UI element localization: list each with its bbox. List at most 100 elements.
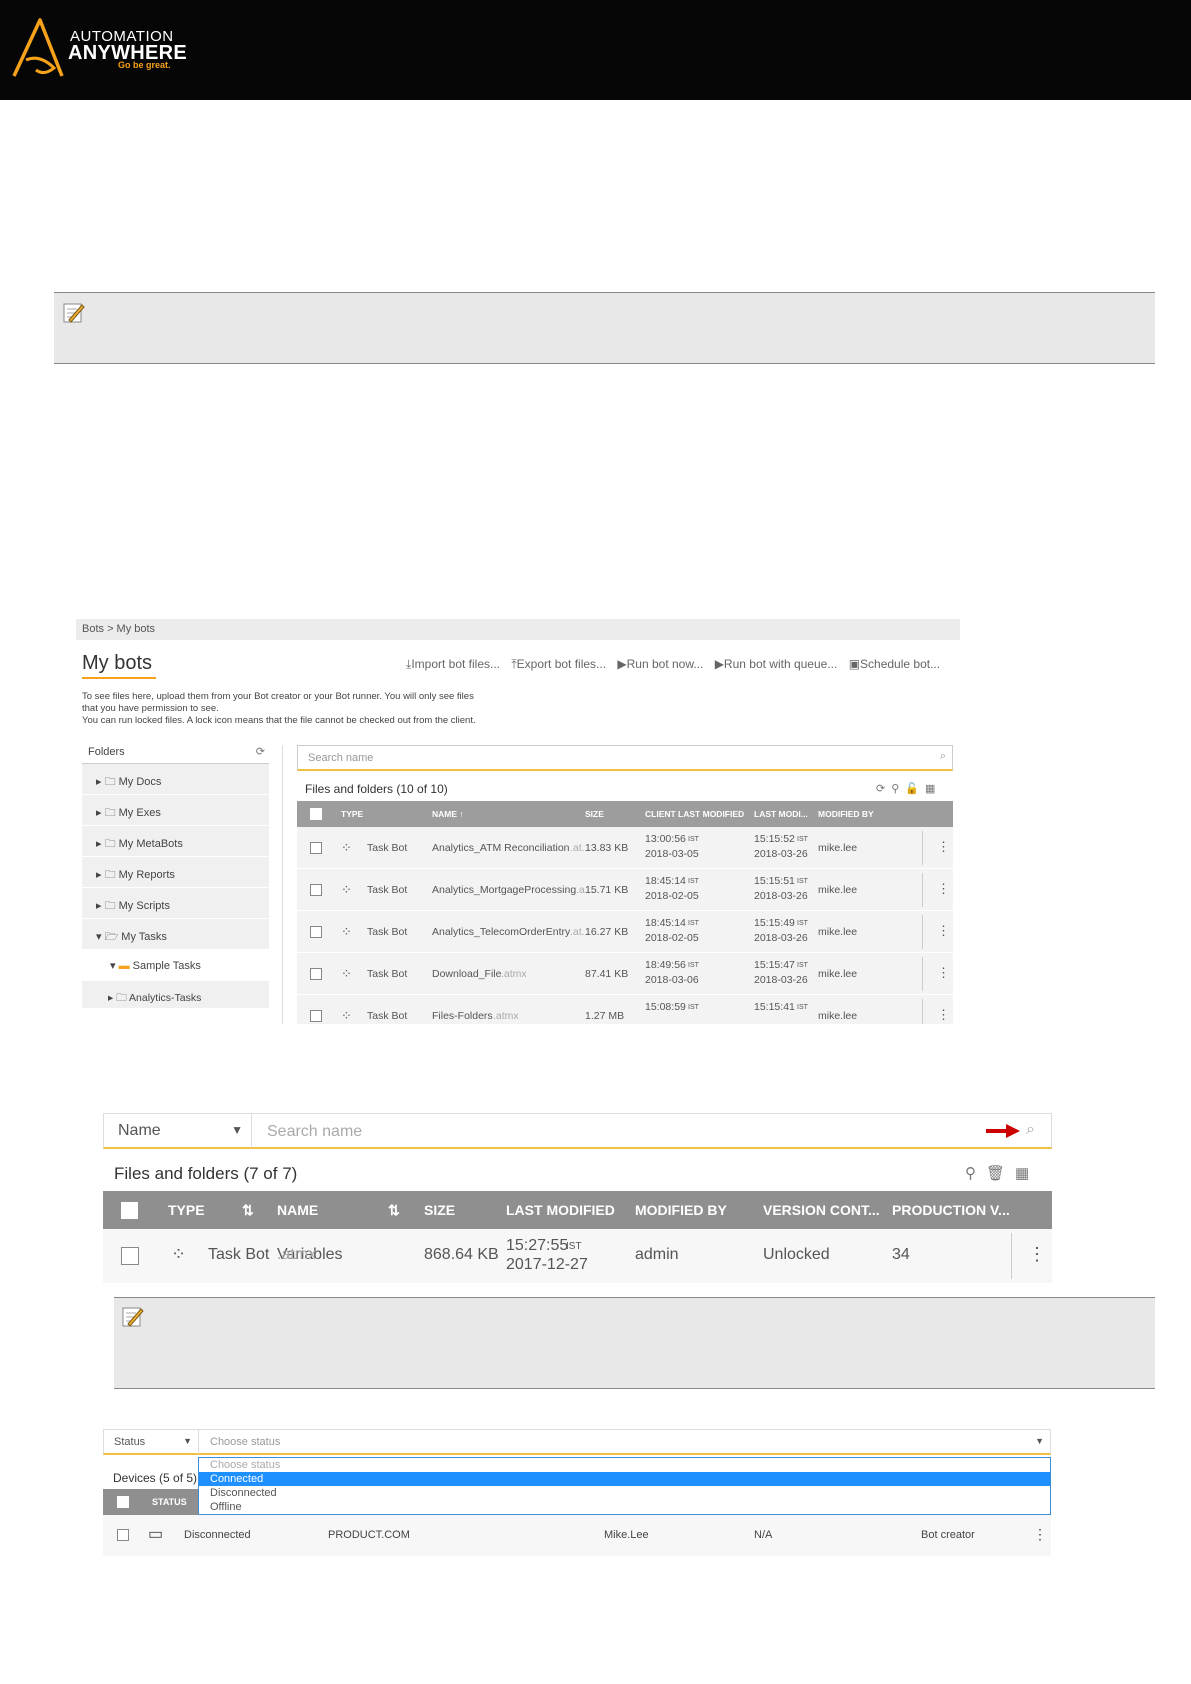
row-checkbox[interactable]: [310, 1010, 322, 1022]
row-checkbox[interactable]: [310, 884, 322, 896]
folder-item[interactable]: ▸ 🗀 My Exes: [82, 795, 269, 826]
col-type[interactable]: TYPE: [341, 809, 363, 819]
dropdown-option-selected[interactable]: Connected: [199, 1472, 1050, 1486]
more-options-icon[interactable]: ⋮: [937, 1007, 950, 1023]
table-row[interactable]: ⁘ Task Bot Download_File .atmx 87.41 KB 18:49…: [297, 953, 953, 995]
col-client-last-modified[interactable]: CLIENT LAST MODIFIED: [645, 809, 744, 819]
search-input[interactable]: Search name: [267, 1123, 362, 1141]
table-row[interactable]: ⁘ Task Bot Files-Folders .atmx 1.27 MB 15:08:…: [297, 995, 953, 1024]
search-icon[interactable]: ⌕: [1026, 1121, 1035, 1139]
col-modified-by[interactable]: MODIFIED BY: [635, 1202, 727, 1218]
row-checkbox[interactable]: [310, 926, 322, 938]
col-last-modified[interactable]: LAST MODIFIED: [506, 1202, 615, 1218]
table-row[interactable]: ▭ Disconnected PRODUCT.COM Mike.Lee N/A …: [103, 1515, 1051, 1556]
col-name[interactable]: NAME ↑: [432, 809, 464, 819]
sort-icon[interactable]: ⇅: [242, 1202, 254, 1219]
col-type[interactable]: TYPE: [168, 1202, 205, 1218]
more-options-icon[interactable]: ⋮: [1033, 1526, 1047, 1543]
table-tools: ⟳⚲🔓▦: [876, 782, 941, 795]
search-input[interactable]: Search name ⌕: [297, 745, 953, 771]
col-status[interactable]: STATUS: [152, 1497, 187, 1507]
col-size[interactable]: SIZE: [585, 809, 604, 819]
run-bot-now-button[interactable]: ▶Run bot now...: [617, 657, 707, 671]
folder-item[interactable]: ▾ 🗁 My Tasks: [82, 919, 269, 950]
more-options-icon[interactable]: ⋮: [937, 839, 950, 855]
table-row[interactable]: ⁘ Task Bot Analytics_TelecomOrderEntry .at.…: [297, 911, 953, 953]
refresh-icon[interactable]: ⟳: [876, 783, 891, 795]
row-checkbox[interactable]: [310, 842, 322, 854]
schedule-bot-button[interactable]: ▣Schedule bot...: [849, 657, 944, 671]
table-header: TYPE ⇅ NAME ⇅ SIZE LAST MODIFIED MODIFIE…: [103, 1191, 1052, 1229]
select-all-checkbox[interactable]: [121, 1202, 138, 1219]
folder-item[interactable]: ▸ 🗀 My Reports: [82, 857, 269, 888]
table-row[interactable]: ⁘ Task Bot Variables .atmx 868.64 KB 15:2…: [103, 1229, 1052, 1283]
folder-item-selected[interactable]: ▾ ▬ Sample Tasks: [82, 950, 269, 981]
table-row[interactable]: ⁘ Task Bot Analytics_ATM Reconciliation .at…: [297, 827, 953, 869]
col-last-modified[interactable]: LAST MODI...: [754, 809, 808, 819]
tz-label: IST: [688, 878, 699, 885]
magic-wand-icon[interactable]: ⚲: [965, 1165, 986, 1182]
run-queue-label: Run bot with queue...: [723, 657, 838, 671]
unlock-icon[interactable]: 🔓: [905, 783, 925, 795]
row-divider: [922, 873, 923, 907]
note-box: [114, 1297, 1155, 1389]
row-checkbox[interactable]: [310, 968, 322, 980]
column-grid-icon[interactable]: ▦: [925, 783, 941, 795]
breadcrumb: Bots > My bots: [76, 619, 960, 640]
size-cell: 13.83 KB: [585, 842, 629, 854]
panel-divider: [282, 745, 283, 1024]
trash-icon[interactable]: 🗑: [986, 1165, 1015, 1182]
modified-by-cell: mike.lee: [818, 968, 858, 980]
run-bot-with-queue-button[interactable]: ▶Run bot with queue...: [715, 657, 842, 671]
select-all-checkbox[interactable]: [117, 1496, 129, 1508]
na-cell: N/A: [754, 1529, 773, 1541]
size-cell: 15.71 KB: [585, 884, 629, 896]
dropdown-option[interactable]: Choose status: [199, 1458, 1050, 1472]
file-extension: .atmx: [501, 968, 527, 980]
more-options-icon[interactable]: ⋮: [1028, 1244, 1046, 1265]
status-cell: Disconnected: [184, 1529, 251, 1541]
more-options-icon[interactable]: ⋮: [937, 965, 950, 981]
col-modified-by[interactable]: MODIFIED BY: [818, 809, 874, 819]
search-icon[interactable]: ⌕: [940, 750, 946, 763]
magic-wand-icon[interactable]: ⚲: [891, 783, 905, 795]
folder-item[interactable]: ▸ 🗀 My Scripts: [82, 888, 269, 919]
folder-item[interactable]: ▸ 🗀 My MetaBots: [82, 826, 269, 857]
tz-label: IST: [797, 836, 808, 843]
folder-label: My MetaBots: [118, 838, 183, 850]
description-line: You can run locked files. A lock icon me…: [82, 715, 476, 726]
col-size[interactable]: SIZE: [424, 1202, 455, 1218]
table-row[interactable]: ⁘ Task Bot Analytics_MortgageProcessing .a.…: [297, 869, 953, 911]
status-select[interactable]: Choose status ▼: [200, 1430, 1050, 1454]
more-options-icon[interactable]: ⋮: [937, 881, 950, 897]
col-name[interactable]: NAME: [277, 1202, 318, 1218]
export-bot-files-button[interactable]: ⤒Export bot files...: [511, 657, 610, 671]
folder-item[interactable]: ▸ 🗀 My Docs: [82, 764, 269, 795]
name-cell: Analytics_ATM Reconciliation: [432, 842, 570, 854]
dropdown-option[interactable]: Offline: [199, 1500, 1050, 1514]
filter-field-select[interactable]: Name ▼: [104, 1114, 252, 1148]
export-label: Export bot files...: [516, 657, 607, 671]
folder-item[interactable]: ▸ 🗀 Analytics-Tasks: [82, 981, 269, 1009]
col-production-version[interactable]: PRODUCTION V...: [892, 1202, 1010, 1218]
col-version-control[interactable]: VERSION CONT...: [763, 1202, 880, 1218]
row-divider: [922, 957, 923, 991]
sort-icon[interactable]: ⇅: [388, 1202, 400, 1219]
refresh-icon[interactable]: ⟳: [256, 745, 265, 758]
filter-field-select[interactable]: Status ▼: [104, 1430, 199, 1454]
folder-label: My Tasks: [121, 931, 167, 943]
select-all-checkbox[interactable]: [310, 808, 322, 820]
import-bot-files-button[interactable]: ⤓Import bot files...: [406, 657, 504, 671]
row-checkbox[interactable]: [117, 1529, 129, 1541]
modified-by-cell: mike.lee: [818, 842, 858, 854]
column-grid-icon[interactable]: ▦: [1015, 1165, 1039, 1182]
folders-label: Folders: [88, 746, 125, 758]
more-options-icon[interactable]: ⋮: [937, 923, 950, 939]
dropdown-option[interactable]: Disconnected: [199, 1486, 1050, 1500]
tz-label: IST: [688, 836, 699, 843]
status-placeholder: Choose status: [210, 1436, 281, 1448]
tz-label: IST: [688, 962, 699, 969]
type-cell: Task Bot: [367, 1010, 408, 1022]
name-cell: Analytics_MortgageProcessing: [432, 884, 577, 896]
row-checkbox[interactable]: [121, 1247, 139, 1265]
